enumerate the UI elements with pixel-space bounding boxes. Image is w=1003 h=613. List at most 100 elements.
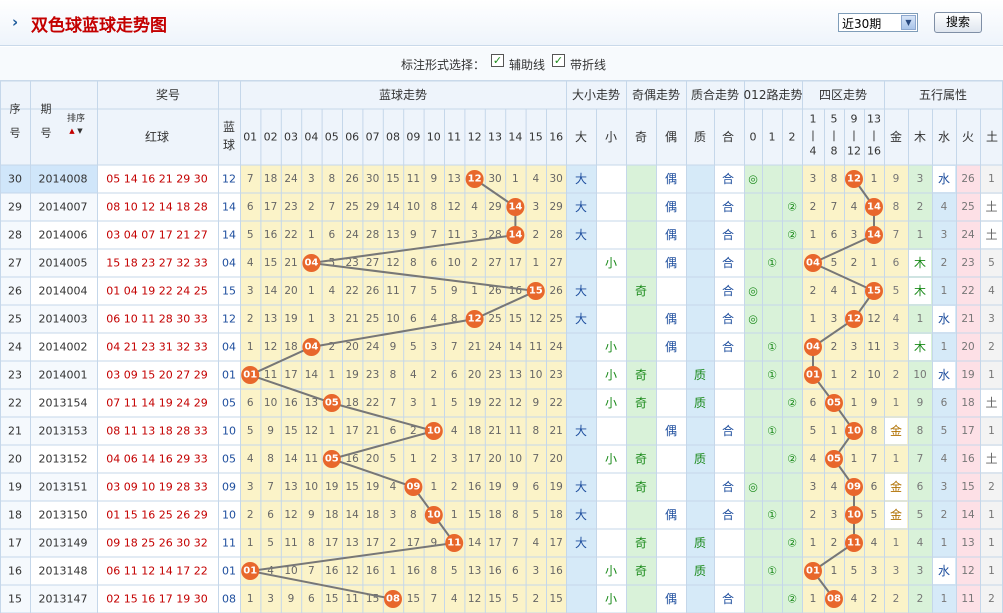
element-miss: 3 [893,565,900,577]
route-mark: ② [787,229,797,242]
miss-count: 7 [430,593,437,605]
sort-toggle[interactable]: 排序 [67,112,85,124]
miss-count: 5 [247,229,254,241]
element-miss: 3 [893,341,900,353]
miss-count: 3 [410,397,417,409]
zone-hit-number: 05 [827,398,841,409]
miss-count: 7 [410,285,417,297]
row-issue: 2014007 [39,201,88,214]
sort-asc-icon: ▲ [69,127,75,135]
miss-count: 21 [488,425,501,437]
miss-count: 3 [532,201,539,213]
miss-count: 24 [550,341,564,353]
period-select[interactable]: 近30期 ▼ [838,13,918,32]
element-miss: 5 [893,285,900,297]
miss-count: 1 [328,369,335,381]
element-mark: 水 [938,172,950,186]
miss-count: 3 [247,481,254,493]
miss-count: 9 [308,509,315,521]
zone-miss: 2 [831,341,838,353]
row-red-balls: 02 15 16 17 19 30 [106,593,207,606]
element-miss: 26 [961,173,975,185]
row-red-balls: 04 21 23 31 32 33 [106,341,207,354]
blue-hit-number: 14 [508,202,522,213]
miss-count: 14 [509,341,523,353]
miss-count: 2 [471,257,478,269]
miss-count: 12 [509,397,522,409]
miss-count: 3 [247,285,254,297]
zone-miss: 11 [867,341,880,353]
element-miss: 5 [988,257,995,269]
row-red-balls: 03 09 15 20 27 29 [106,369,207,382]
element-miss: 1 [988,509,995,521]
miss-count: 4 [451,425,458,437]
miss-count: 12 [305,425,318,437]
miss-count: 1 [308,285,315,297]
parity-mark: 偶 [665,172,677,186]
zone-miss: 3 [851,229,858,241]
fold-line-checkbox[interactable]: ✓ [552,54,565,67]
element-miss: 2 [941,509,948,521]
row-blue-ball: 09 [222,481,236,494]
size-mark: 大 [575,284,587,298]
element-miss: 4 [988,285,995,297]
zone-miss: 10 [867,369,880,381]
page-title: 双色球蓝球走势图 [31,16,167,36]
miss-count: 10 [509,453,522,465]
zone-miss: 5 [831,257,838,269]
row-seq: 20 [8,453,22,466]
row-blue-ball: 12 [222,313,236,326]
miss-count: 4 [430,313,437,325]
miss-count: 12 [346,565,359,577]
miss-count: 11 [448,229,461,241]
route-mark: ② [787,201,797,214]
zone-miss: 1 [851,453,858,465]
row-blue-ball: 01 [222,369,236,382]
zone-miss: 1 [851,285,858,297]
miss-count: 4 [328,285,335,297]
row-issue: 2013149 [39,537,88,550]
row-issue: 2013147 [39,593,88,606]
element-mark: 水 [938,564,950,578]
miss-count: 8 [410,509,417,521]
row-red-balls: 06 11 12 14 17 22 [106,565,207,578]
chevron-down-icon[interactable]: ▼ [901,15,916,30]
miss-count: 25 [550,313,563,325]
row-seq: 15 [8,593,22,606]
miss-count: 11 [346,593,359,605]
row-blue-ball: 01 [222,565,236,578]
search-button[interactable]: 搜索 [934,12,982,33]
element-miss: 1 [893,453,900,465]
miss-count: 23 [366,369,379,381]
miss-count: 7 [512,537,519,549]
element-miss: 20 [961,341,974,353]
header-zone-col: | [852,129,856,142]
miss-count: 11 [284,537,297,549]
aux-line-checkbox[interactable]: ✓ [491,54,504,67]
miss-count: 5 [532,509,539,521]
size-mark: 小 [605,368,617,382]
miss-count: 1 [532,257,539,269]
miss-count: 30 [488,173,501,185]
blue-hit-number: 12 [468,314,482,325]
miss-count: 16 [468,481,482,493]
zone-miss: 1 [831,369,838,381]
prime-mark: 质 [694,452,706,466]
miss-count: 4 [410,369,417,381]
miss-count: 26 [346,173,360,185]
miss-count: 17 [346,425,359,437]
miss-count: 4 [451,593,458,605]
parity-mark: 奇 [635,480,647,494]
miss-count: 8 [328,173,335,185]
element-miss: 3 [988,313,995,325]
zone-miss: 8 [871,425,878,437]
miss-count: 6 [512,565,519,577]
row-seq: 29 [8,201,22,214]
zone-miss: 4 [851,201,858,213]
size-mark: 小 [605,592,617,606]
header-seq: 序 [10,102,21,116]
route-mark: ◎ [748,173,758,186]
row-red-balls: 08 10 12 14 18 28 [106,201,207,214]
miss-count: 19 [325,481,338,493]
row-red-balls: 03 04 07 17 21 27 [106,229,207,242]
